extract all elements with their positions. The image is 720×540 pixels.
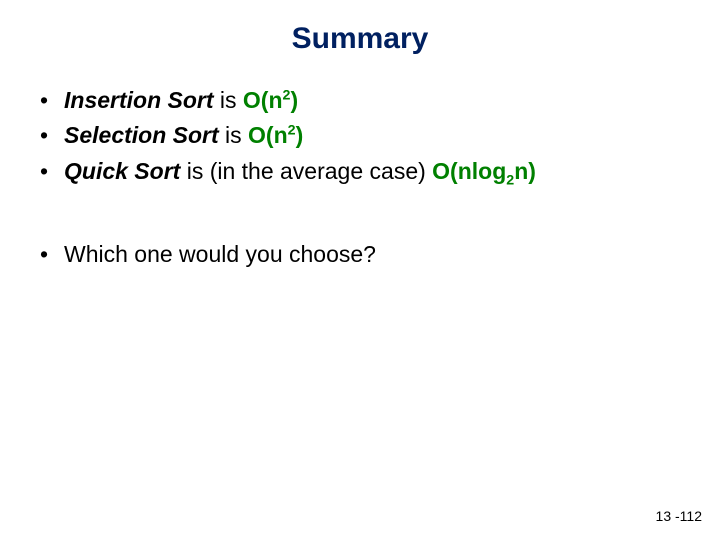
bullet-list-after: Which one would you choose? [30, 238, 690, 271]
list-item: Insertion Sort is O(n2) [38, 84, 690, 117]
algorithm-name: Insertion Sort [64, 87, 214, 113]
big-o-b: n) [514, 158, 536, 184]
list-item: Which one would you choose? [38, 238, 690, 271]
verb-text: is [214, 87, 243, 113]
algorithm-name: Selection Sort [64, 122, 219, 148]
verb-text: is (in the average case) [180, 158, 432, 184]
list-item: Quick Sort is (in the average case) O(nl… [38, 155, 690, 188]
spacer [30, 190, 690, 238]
exponent: 2 [288, 123, 296, 139]
log-base: 2 [506, 172, 514, 188]
slide-number: 13 -112 [656, 508, 702, 524]
algorithm-name: Quick Sort [64, 158, 180, 184]
big-o-close: ) [296, 122, 304, 148]
complexity: O(nlog2n) [432, 158, 536, 184]
complexity: O(n2) [248, 122, 303, 148]
bullet-list: Insertion Sort is O(n2) Selection Sort i… [30, 84, 690, 188]
page-title: Summary [30, 22, 690, 56]
big-o-a: O(nlog [432, 158, 506, 184]
big-o-open: O(n [243, 87, 283, 113]
big-o-close: ) [290, 87, 298, 113]
complexity: O(n2) [243, 87, 298, 113]
verb-text: is [219, 122, 248, 148]
question-text: Which one would you choose? [64, 241, 376, 267]
big-o-open: O(n [248, 122, 288, 148]
list-item: Selection Sort is O(n2) [38, 119, 690, 152]
